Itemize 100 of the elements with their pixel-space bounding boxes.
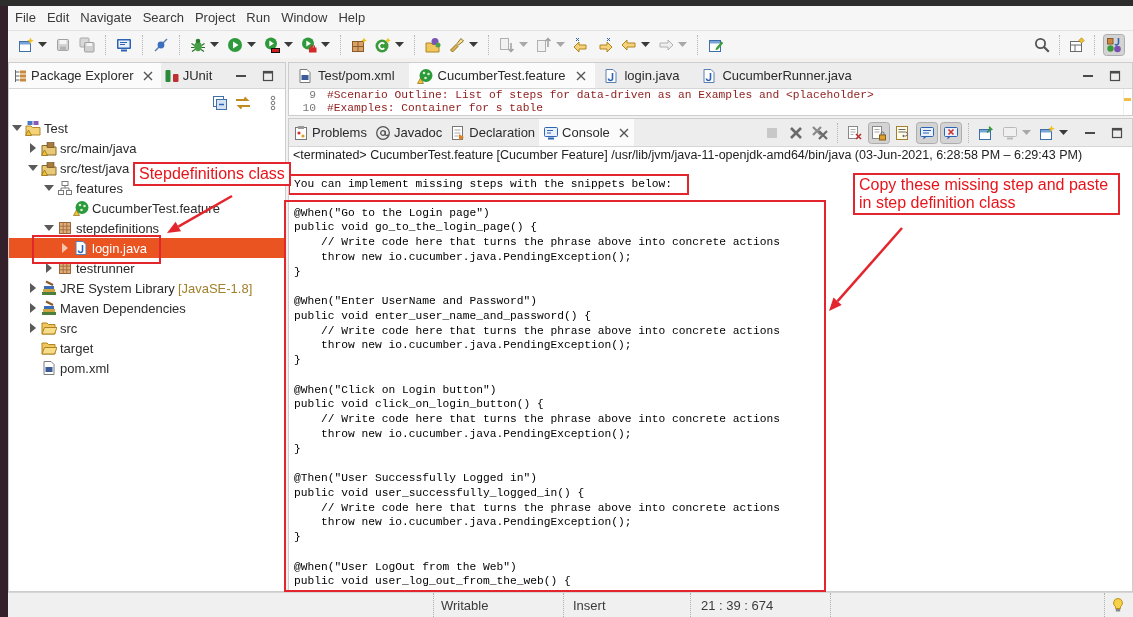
view-tab[interactable]: Declaration: [446, 119, 540, 146]
project-icon: [25, 120, 41, 136]
caret-down-icon[interactable]: [321, 42, 330, 47]
tree-item[interactable]: stepdefinitions: [9, 218, 164, 238]
maximize-icon[interactable]: [262, 69, 274, 82]
java-file-icon: [73, 240, 89, 256]
view-tab[interactable]: JUnit: [160, 63, 220, 88]
new-console-icon[interactable]: [1039, 124, 1055, 141]
maximize-icon[interactable]: [1111, 126, 1123, 139]
open-perspective-icon[interactable]: [1069, 36, 1085, 53]
remove-icon[interactable]: [788, 124, 804, 141]
code-line: @When("Click on Login button"): [294, 382, 497, 398]
code-line: #Examples: Container for s table: [327, 102, 544, 115]
new-window-icon[interactable]: [18, 36, 34, 53]
menu-item[interactable]: Navigate: [80, 10, 132, 26]
menu-item[interactable]: Run: [246, 10, 271, 26]
tree-item[interactable]: features: [9, 178, 127, 198]
line-number: 10: [302, 102, 316, 115]
editor-tab[interactable]: CucumberTest.feature: [408, 63, 596, 88]
menu-item[interactable]: Search: [142, 10, 184, 26]
code-line: }: [294, 264, 301, 280]
code-line: throw new io.cucumber.java.PendingException();: [321, 249, 632, 265]
view-menu-icon[interactable]: [270, 95, 276, 111]
java-file-icon: [701, 67, 718, 84]
caret-down-icon[interactable]: [210, 42, 219, 47]
tree-item[interactable]: Test: [9, 118, 72, 138]
close-icon[interactable]: [575, 69, 588, 82]
tree-item[interactable]: target: [9, 338, 98, 358]
caret-down-icon[interactable]: [44, 223, 54, 233]
run-icon[interactable]: [227, 36, 243, 53]
menu-item[interactable]: Help: [338, 10, 366, 26]
view-tab[interactable]: Javadoc: [370, 119, 447, 146]
code-line: public void enter_user_name_and_password() {: [294, 308, 592, 324]
editor-tab[interactable]: CucumberRunner.java: [693, 63, 866, 88]
tree-item[interactable]: src: [9, 318, 82, 338]
clear-console-icon[interactable]: [847, 124, 863, 141]
bug-icon[interactable]: [190, 36, 206, 53]
caret-down-icon[interactable]: [12, 123, 22, 133]
remove-all-icon[interactable]: [812, 124, 828, 141]
code-line: throw new io.cucumber.java.PendingException();: [321, 515, 632, 530]
caret-down-icon[interactable]: [395, 42, 404, 47]
tree-item[interactable]: pom.xml: [9, 358, 114, 378]
arrow-right-star-icon[interactable]: [597, 36, 613, 53]
word-wrap-icon[interactable]: [895, 124, 911, 141]
slashed-dot-icon[interactable]: [153, 36, 169, 53]
caret-down-icon[interactable]: [284, 42, 293, 47]
code-line: }: [294, 441, 301, 457]
caret-right-icon[interactable]: [28, 283, 38, 293]
view-tab[interactable]: Package Explorer: [9, 63, 161, 88]
package-star-icon[interactable]: [351, 36, 367, 53]
spotted-circle-icon: [73, 200, 89, 216]
code-line: public void user_log_out_from_the_web() {: [294, 574, 571, 589]
editor-tab[interactable]: login.java: [595, 63, 694, 88]
tree-item[interactable]: JRE System Library [JavaSE-1.8]: [9, 278, 257, 298]
code-line: }: [294, 353, 301, 368]
caret-down-icon[interactable]: [641, 42, 650, 47]
caret-right-icon[interactable]: [28, 143, 38, 153]
spotted-circle-icon: [416, 67, 433, 84]
play-toolbox-icon[interactable]: [301, 36, 317, 53]
search-icon[interactable]: [1034, 36, 1050, 53]
caret-down-icon[interactable]: [469, 42, 478, 47]
process-label: <terminated> CucumberTest.feature [Cucumber Feature] /usr/lib/jvm/java-11-openjdk-amd64/bin/java (03-Jun-2021, 6:28:58 PM – 6:29:43 PM): [293, 147, 1083, 163]
close-icon[interactable]: [141, 69, 154, 82]
menu-item[interactable]: Edit: [46, 10, 70, 26]
console-output-icon[interactable]: [916, 121, 938, 144]
perspective-shapes-icon[interactable]: [1103, 33, 1125, 56]
maximize-icon[interactable]: [1109, 69, 1121, 82]
close-icon[interactable]: [617, 126, 630, 139]
collapse-all-icon[interactable]: [212, 95, 228, 111]
tree-item[interactable]: login.java: [9, 238, 285, 258]
menu-item[interactable]: File: [15, 10, 36, 26]
tree-item[interactable]: Maven Dependencies: [9, 298, 190, 318]
play-bar-icon[interactable]: [264, 36, 280, 53]
scroll-lock-icon[interactable]: [868, 121, 890, 144]
caret-down-icon[interactable]: [28, 163, 38, 173]
caret-right-icon[interactable]: [28, 303, 38, 313]
tree-item[interactable]: testrunner: [9, 258, 139, 278]
arrow-left-star-icon[interactable]: [573, 36, 589, 53]
tree-item[interactable]: src/test/java: [9, 158, 134, 178]
folder-ball-icon[interactable]: [425, 36, 441, 53]
caret-right-icon[interactable]: [44, 263, 54, 273]
caret-down-icon[interactable]: [247, 42, 256, 47]
tree-item[interactable]: src/main/java: [9, 138, 141, 158]
lightbulb-icon[interactable]: [1110, 597, 1126, 613]
pin-icon[interactable]: [978, 124, 994, 141]
caret-down-icon[interactable]: [38, 42, 47, 47]
sync-arrows-icon[interactable]: [235, 95, 251, 111]
console-error-icon[interactable]: [940, 121, 962, 144]
code-line: }: [294, 530, 301, 545]
editor-tab[interactable]: Test/pom.xml: [289, 63, 409, 88]
view-tab[interactable]: Problems: [289, 119, 371, 146]
menu-item[interactable]: Window: [281, 10, 328, 26]
xml-file-icon: [297, 67, 313, 84]
monitor-icon[interactable]: [116, 36, 132, 53]
caret-down-icon[interactable]: [1059, 130, 1068, 135]
package-icon: [57, 220, 73, 236]
caret-down-icon[interactable]: [44, 183, 54, 193]
view-tab[interactable]: Console: [539, 119, 634, 146]
caret-right-icon[interactable]: [28, 323, 38, 333]
menu-item[interactable]: Project: [194, 10, 236, 26]
